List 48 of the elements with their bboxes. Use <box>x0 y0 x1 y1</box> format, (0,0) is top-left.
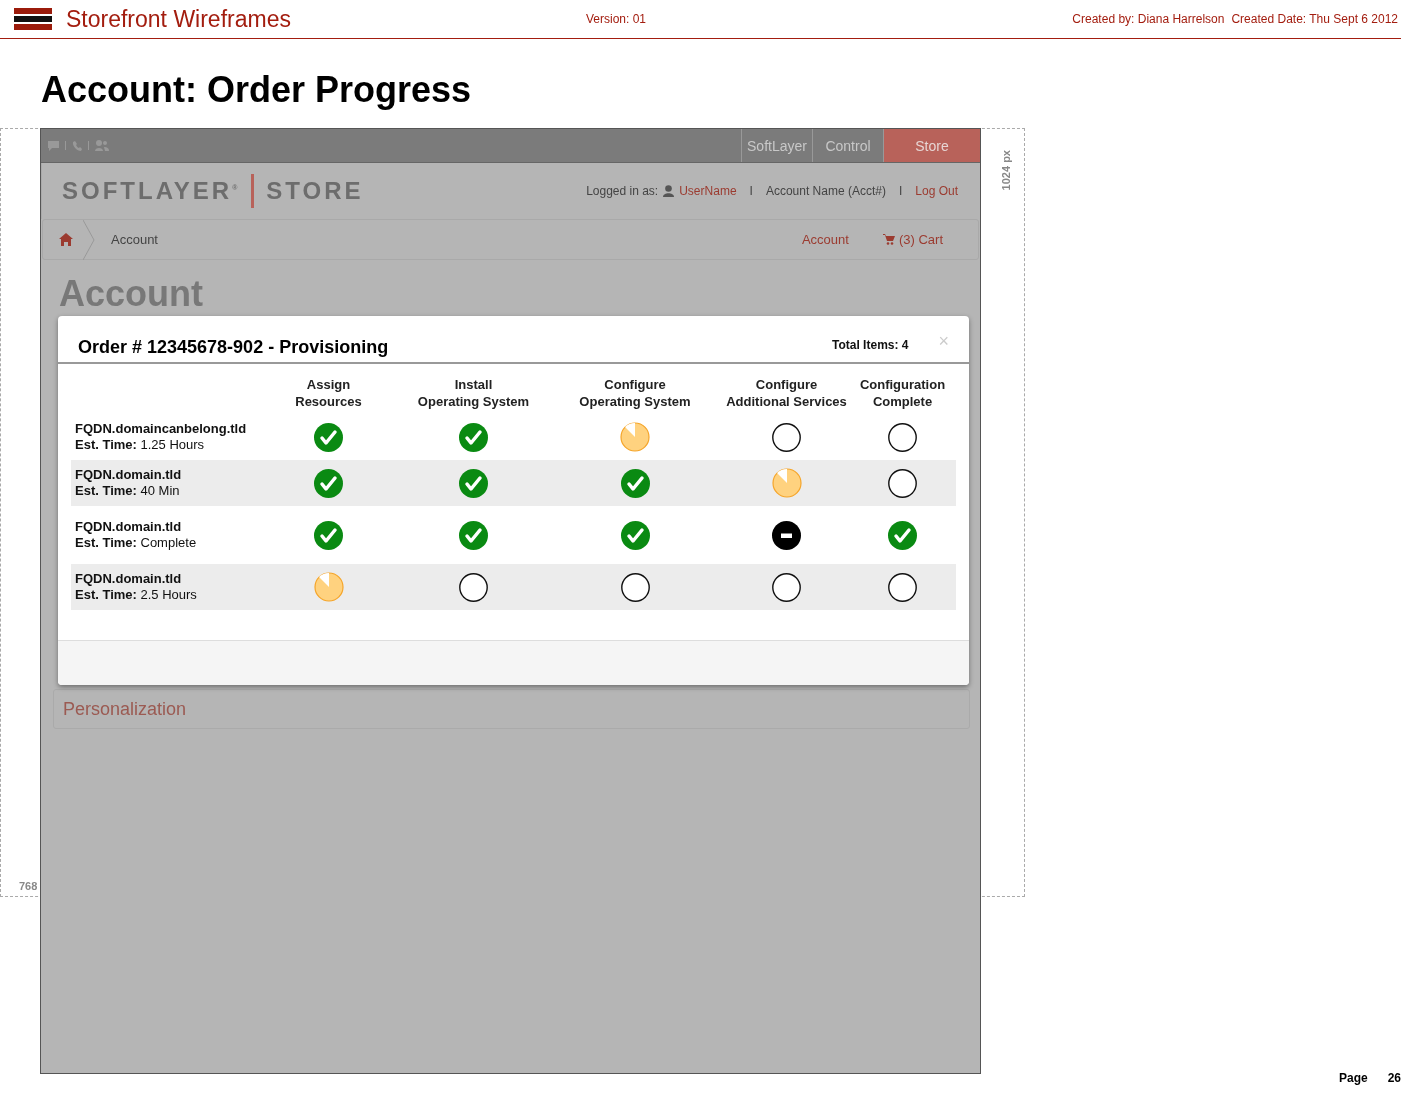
site-tab[interactable]: SoftLayer <box>741 129 812 162</box>
host-name: FQDN.domain.tld <box>75 467 183 483</box>
page-label: Page <box>1338 1071 1368 1085</box>
version-label: Version: 01 <box>586 12 647 26</box>
page-title: Account: Order Progress <box>41 69 473 112</box>
cart-icon[interactable] <box>882 234 895 245</box>
logged-in-label: Logged in as: <box>586 184 659 198</box>
username-link[interactable]: UserName <box>679 184 737 198</box>
document-title: Storefront Wireframes <box>66 5 292 33</box>
host-name: FQDN.domaincanbelong.tld <box>75 421 248 437</box>
total-items-label: Total Items: 4 <box>832 338 909 352</box>
estimated-time: Est. Time: Complete <box>75 535 198 551</box>
menu-icon <box>14 8 52 30</box>
nav-link[interactable]: (3) Cart <box>898 232 943 247</box>
separator: I <box>898 184 903 198</box>
dialog-title: Order # 12345678-902 - Provisioning <box>78 337 389 358</box>
logout-link[interactable]: Log Out <box>915 184 958 198</box>
home-icon[interactable] <box>59 233 73 246</box>
breadcrumb-item[interactable]: Account <box>111 232 158 247</box>
section-heading: Account <box>59 272 204 316</box>
author-label: Created by: Diana Harrelson <box>1072 12 1225 26</box>
site-tab[interactable]: Store <box>883 129 980 162</box>
user-icon <box>663 185 675 197</box>
host-name: FQDN.domain.tld <box>75 519 183 535</box>
separator: I <box>749 184 753 198</box>
estimated-time: Est. Time: 1.25 Hours <box>75 437 206 453</box>
estimated-time: Est. Time: 2.5 Hours <box>75 587 198 603</box>
breadcrumb-divider-icon <box>83 219 95 260</box>
date-label: Created Date: Thu Sept 6 2012 <box>1231 12 1398 26</box>
account-name: Account Name (Acct#) <box>765 184 886 198</box>
close-button[interactable]: × <box>938 331 949 352</box>
phone-icon[interactable] <box>72 140 82 151</box>
page-number: 26 <box>1387 1071 1401 1085</box>
column-header: Configuration Complete <box>858 376 947 410</box>
estimated-time: Est. Time: 40 Min <box>75 483 181 499</box>
people-icon[interactable] <box>95 140 109 151</box>
column-header: Configure Operating System <box>578 376 692 410</box>
column-header: Configure Additional Services <box>725 376 848 410</box>
store-logo[interactable]: SOFTLAYER$^{®}$ STORE <box>62 174 364 208</box>
personalization-panel[interactable]: Personalization <box>53 689 970 729</box>
host-name: FQDN.domain.tld <box>75 571 183 587</box>
nav-link[interactable]: Account <box>801 232 849 247</box>
panel-title: Personalization <box>63 698 187 720</box>
height-guide-label: 768 <box>19 880 38 892</box>
column-header: Assign Resources <box>294 376 363 410</box>
chat-icon[interactable] <box>48 140 59 151</box>
column-header: Install Operating System <box>416 376 531 410</box>
width-guide-label: 1024 px <box>1000 148 1012 193</box>
